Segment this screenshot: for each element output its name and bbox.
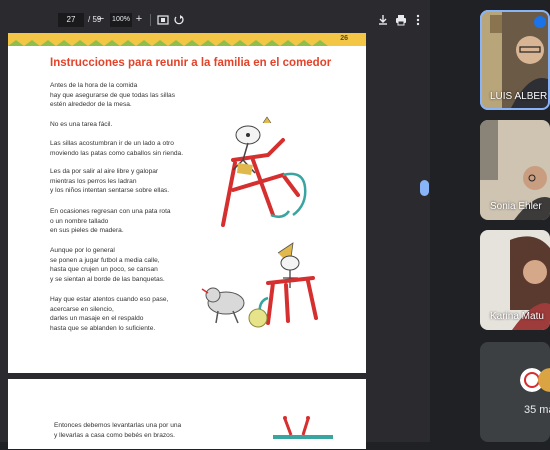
verse-line: acercarse en silencio, xyxy=(50,305,114,313)
verse-line: se ponen a jugar futbol a media calle, xyxy=(50,256,160,264)
verse-line: Les da por salir al aire libre y galopar xyxy=(50,168,159,175)
stanza: Antes de la hora de la comida hay que as… xyxy=(50,81,175,110)
verse-line: Antes de la hora de la comida xyxy=(50,82,138,89)
page-number: 26 xyxy=(340,35,348,42)
more-options-icon[interactable] xyxy=(411,13,425,27)
download-icon[interactable] xyxy=(376,13,390,27)
banner-decoration xyxy=(8,34,366,46)
stanza: Las sillas acostumbran ir de un lado a o… xyxy=(50,139,183,158)
scroll-indicator[interactable] xyxy=(420,180,429,196)
verse-line: Entonces debemos levantarlas una por una xyxy=(54,422,182,429)
verse-line: hasta que se ablanden lo suficiente. xyxy=(50,324,156,332)
pdf-page: Entonces debemos levantarlas una por una… xyxy=(8,379,366,449)
stanza: Aunque por lo general se ponen a jugar f… xyxy=(50,246,165,284)
verse-line: estén alrededor de la mesa. xyxy=(50,101,132,109)
zoom-input[interactable]: 100% xyxy=(110,13,132,27)
verse-line: moviendo las patas como caballos sin rie… xyxy=(50,149,184,157)
poem-title: Instrucciones para reunir a la familia e… xyxy=(50,57,332,69)
toolbar-divider xyxy=(150,14,151,26)
verse-line: Aunque por lo general xyxy=(50,247,115,254)
verse-line: hasta que crujen un poco, se cansan xyxy=(50,266,158,274)
verse-line: o un nombre tallado xyxy=(50,217,109,225)
verse-line: Hay que estar atentos cuando eso pase, xyxy=(50,296,169,303)
verse-line: darles un masaje en el respaldo xyxy=(50,315,144,323)
rotate-icon[interactable] xyxy=(172,13,186,27)
verse-line: y llevarlas a casa como bebés en brazos. xyxy=(54,431,175,439)
verse-line: en sus pieles de madera. xyxy=(50,227,124,235)
verse-line: y los niños intentan sentarse sobre ella… xyxy=(50,187,170,195)
chair-rider-illustration xyxy=(221,116,307,227)
verse-line: En ocasiones regresan con una pata rota xyxy=(50,208,171,215)
chair-illustration xyxy=(273,416,333,439)
page-number-input[interactable]: 27 xyxy=(58,13,84,27)
participant-name: Sonia Ehler xyxy=(490,201,542,212)
stanza: Les da por salir al aire libre y galopar… xyxy=(50,167,169,196)
stanza: En ocasiones regresan con una pata rota … xyxy=(50,207,171,236)
mic-active-icon xyxy=(534,16,546,28)
participant-tile[interactable]: Karina Matu xyxy=(480,230,550,330)
others-tile[interactable]: 35 ma xyxy=(480,342,550,442)
others-count: 35 ma xyxy=(524,404,550,416)
mouse-football-illustration xyxy=(201,242,318,328)
pdf-viewer: 27 / 59 − 100% + 26 Instrucciones para r… xyxy=(0,0,430,449)
participant-name: LUIS ALBER xyxy=(490,91,548,102)
stanza: No es una tarea fácil. xyxy=(50,120,112,130)
zoom-in-button[interactable]: + xyxy=(134,12,144,26)
verse-line: hay que asegurarse de que todas las sill… xyxy=(50,91,175,99)
verse-line: mientras los perros les ladran xyxy=(50,177,137,185)
stanza: Entonces debemos levantarlas una por una… xyxy=(54,421,181,440)
print-icon[interactable] xyxy=(394,13,408,27)
page-banner: 26 xyxy=(8,33,366,46)
participant-tile[interactable]: LUIS ALBER xyxy=(480,10,550,110)
pdf-page: 26 Instrucciones para reunir a la famili… xyxy=(8,33,366,373)
verse-line: y se sientan al borde de las banquetas. xyxy=(50,275,165,283)
verse-line: Las sillas acostumbran ir de un lado a o… xyxy=(50,140,174,147)
participant-name: Karina Matu xyxy=(490,311,544,322)
stanza: Hay que estar atentos cuando eso pase, a… xyxy=(50,295,168,333)
participant-tile[interactable]: Sonia Ehler xyxy=(480,120,550,220)
fit-page-icon[interactable] xyxy=(156,13,170,27)
zoom-out-button[interactable]: − xyxy=(96,12,106,26)
verse-line: No es una tarea fácil. xyxy=(50,121,113,128)
